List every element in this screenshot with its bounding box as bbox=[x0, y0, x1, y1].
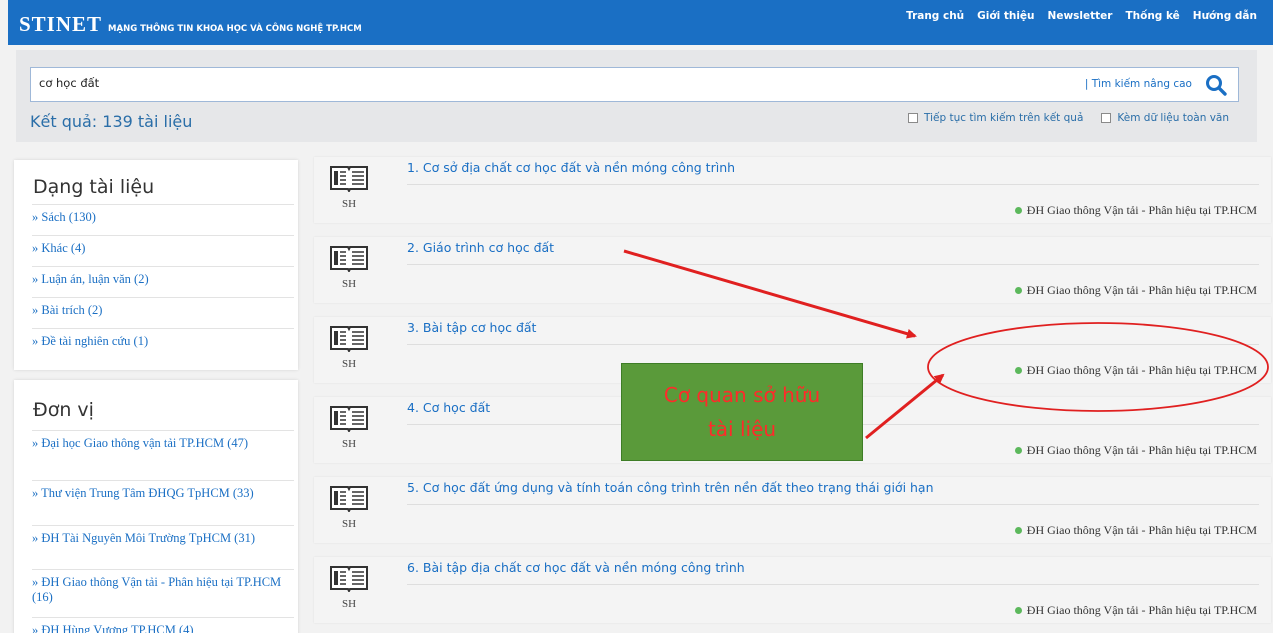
logo-subtitle: MẠNG THÔNG TIN KHOA HỌC VÀ CÔNG NGHỆ TP.… bbox=[108, 24, 362, 34]
card-divider bbox=[407, 584, 1259, 585]
owner-name: ĐH Giao thông Vận tải - Phân hiệu tại TP… bbox=[1026, 363, 1257, 377]
book-icon bbox=[330, 406, 368, 432]
fulltext-option[interactable]: Kèm dữ liệu toàn văn bbox=[1101, 112, 1229, 124]
book-icon bbox=[330, 246, 368, 272]
result-card: SH 5. Cơ học đất ứng dụng và tính toán c… bbox=[314, 477, 1271, 543]
book-icon bbox=[330, 166, 368, 192]
search-within-option[interactable]: Tiếp tục tìm kiếm trên kết quả bbox=[908, 112, 1083, 124]
search-options: Tiếp tục tìm kiếm trên kết quả Kèm dữ li… bbox=[908, 112, 1229, 124]
status-dot-icon bbox=[1014, 367, 1022, 374]
card-divider bbox=[407, 264, 1259, 265]
status-dot-icon bbox=[1014, 447, 1022, 454]
owner-name: ĐH Giao thông Vận tải - Phân hiệu tại TP… bbox=[1026, 443, 1257, 457]
result-card: SH 2. Giáo trình cơ học đất ĐH Giao thôn… bbox=[314, 237, 1271, 303]
result-count: Kết quả: 139 tài liệu bbox=[30, 112, 193, 131]
facet-unit[interactable]: » Thư viện Trung Tâm ĐHQG TpHCM (33) bbox=[32, 480, 294, 501]
card-divider bbox=[407, 184, 1259, 185]
facet-unit[interactable]: » ĐH Hùng Vương TP.HCM (4) bbox=[32, 617, 294, 633]
book-icon bbox=[330, 486, 368, 512]
search-box: | Tìm kiếm nâng cao bbox=[30, 67, 1239, 102]
facet-doc-type[interactable]: » Đề tài nghiên cứu (1) bbox=[32, 328, 294, 349]
doc-type-code: SH bbox=[341, 278, 357, 290]
fulltext-checkbox[interactable] bbox=[1101, 113, 1112, 123]
book-icon bbox=[330, 566, 368, 592]
facet-doc-type[interactable]: » Khác (4) bbox=[32, 235, 294, 256]
main-nav: Trang chủ Giới thiệu Newsletter Thống kê… bbox=[906, 10, 1257, 22]
site-logo[interactable]: STINET MẠNG THÔNG TIN KHOA HỌC VÀ CÔNG N… bbox=[19, 12, 362, 37]
result-title[interactable]: 3. Bài tập cơ học đất bbox=[407, 320, 536, 335]
owner-name: ĐH Giao thông Vận tải - Phân hiệu tại TP… bbox=[1026, 603, 1257, 617]
doc-type-title: Dạng tài liệu bbox=[33, 176, 155, 198]
card-divider bbox=[407, 504, 1259, 505]
result-title[interactable]: 2. Giáo trình cơ học đất bbox=[407, 240, 554, 255]
doc-type-code: SH bbox=[341, 598, 357, 610]
search-input[interactable] bbox=[39, 76, 939, 90]
result-title[interactable]: 5. Cơ học đất ứng dụng và tính toán công… bbox=[407, 480, 934, 495]
doc-type-code: SH bbox=[341, 198, 357, 210]
facet-unit[interactable]: » ĐH Tài Nguyên Môi Trường TpHCM (31) bbox=[32, 525, 294, 546]
search-icon[interactable] bbox=[1204, 73, 1228, 97]
facet-doc-type[interactable]: » Sách (130) bbox=[32, 204, 294, 225]
status-dot-icon bbox=[1014, 207, 1022, 214]
book-icon bbox=[330, 326, 368, 352]
facet-doc-type[interactable]: » Luận án, luận văn (2) bbox=[32, 266, 294, 287]
owner-name: ĐH Giao thông Vận tải - Phân hiệu tại TP… bbox=[1026, 523, 1257, 537]
logo-text: STINET bbox=[19, 12, 103, 36]
nav-newsletter[interactable]: Newsletter bbox=[1048, 10, 1113, 22]
result-card: SH 1. Cơ sở địa chất cơ học đất và nền m… bbox=[314, 157, 1271, 223]
doc-type-code: SH bbox=[341, 438, 357, 450]
doc-type-code: SH bbox=[341, 358, 357, 370]
owner-info: ĐH Giao thông Vận tải - Phân hiệu tại TP… bbox=[1014, 523, 1257, 538]
owner-callout-box: Cơ quan sở hữu tài liệu bbox=[621, 363, 863, 461]
owner-name: ĐH Giao thông Vận tải - Phân hiệu tại TP… bbox=[1026, 203, 1257, 217]
top-navbar: STINET MẠNG THÔNG TIN KHOA HỌC VÀ CÔNG N… bbox=[8, 0, 1273, 45]
result-title[interactable]: 4. Cơ học đất bbox=[407, 400, 490, 415]
nav-about[interactable]: Giới thiệu bbox=[977, 10, 1034, 22]
doc-type-panel: Dạng tài liệu » Sách (130) » Khác (4) » … bbox=[14, 160, 298, 370]
status-dot-icon bbox=[1014, 527, 1022, 534]
search-within-label: Tiếp tục tìm kiếm trên kết quả bbox=[924, 112, 1084, 124]
unit-panel: Đơn vị » Đại học Giao thông vận tải TP.H… bbox=[14, 380, 298, 633]
owner-info: ĐH Giao thông Vận tải - Phân hiệu tại TP… bbox=[1014, 203, 1257, 218]
status-dot-icon bbox=[1014, 287, 1022, 294]
search-within-checkbox[interactable] bbox=[908, 113, 918, 123]
facet-unit[interactable]: » Đại học Giao thông vận tải TP.HCM (47) bbox=[32, 430, 294, 451]
callout-text: Cơ quan sở hữu tài liệu bbox=[664, 378, 820, 446]
nav-guide[interactable]: Hướng dẫn bbox=[1193, 10, 1257, 22]
callout-line: Cơ quan sở hữu bbox=[663, 383, 821, 407]
owner-info: ĐH Giao thông Vận tải - Phân hiệu tại TP… bbox=[1014, 283, 1257, 298]
result-card: SH 6. Bài tập địa chất cơ học đất và nền… bbox=[314, 557, 1271, 623]
owner-info: ĐH Giao thông Vận tải - Phân hiệu tại TP… bbox=[1014, 363, 1257, 378]
status-dot-icon bbox=[1014, 607, 1022, 614]
owner-info: ĐH Giao thông Vận tải - Phân hiệu tại TP… bbox=[1014, 443, 1257, 458]
result-title[interactable]: 6. Bài tập địa chất cơ học đất và nền mó… bbox=[407, 560, 745, 575]
callout-line: tài liệu bbox=[707, 417, 777, 441]
search-area: | Tìm kiếm nâng cao Kết quả: 139 tài liệ… bbox=[16, 50, 1257, 142]
doc-type-code: SH bbox=[341, 518, 357, 530]
nav-statistics[interactable]: Thống kê bbox=[1125, 10, 1179, 22]
owner-name: ĐH Giao thông Vận tải - Phân hiệu tại TP… bbox=[1026, 283, 1257, 297]
advanced-search-link[interactable]: | Tìm kiếm nâng cao bbox=[1085, 78, 1192, 90]
facet-doc-type[interactable]: » Bài trích (2) bbox=[32, 297, 294, 318]
result-title[interactable]: 1. Cơ sở địa chất cơ học đất và nền móng… bbox=[407, 160, 735, 175]
card-divider bbox=[407, 344, 1259, 345]
owner-info: ĐH Giao thông Vận tải - Phân hiệu tại TP… bbox=[1014, 603, 1257, 618]
unit-title: Đơn vị bbox=[33, 399, 94, 421]
facet-unit[interactable]: » ĐH Giao thông Vận tải - Phân hiệu tại … bbox=[32, 569, 294, 605]
fulltext-label: Kèm dữ liệu toàn văn bbox=[1117, 112, 1229, 124]
nav-home[interactable]: Trang chủ bbox=[906, 10, 964, 22]
